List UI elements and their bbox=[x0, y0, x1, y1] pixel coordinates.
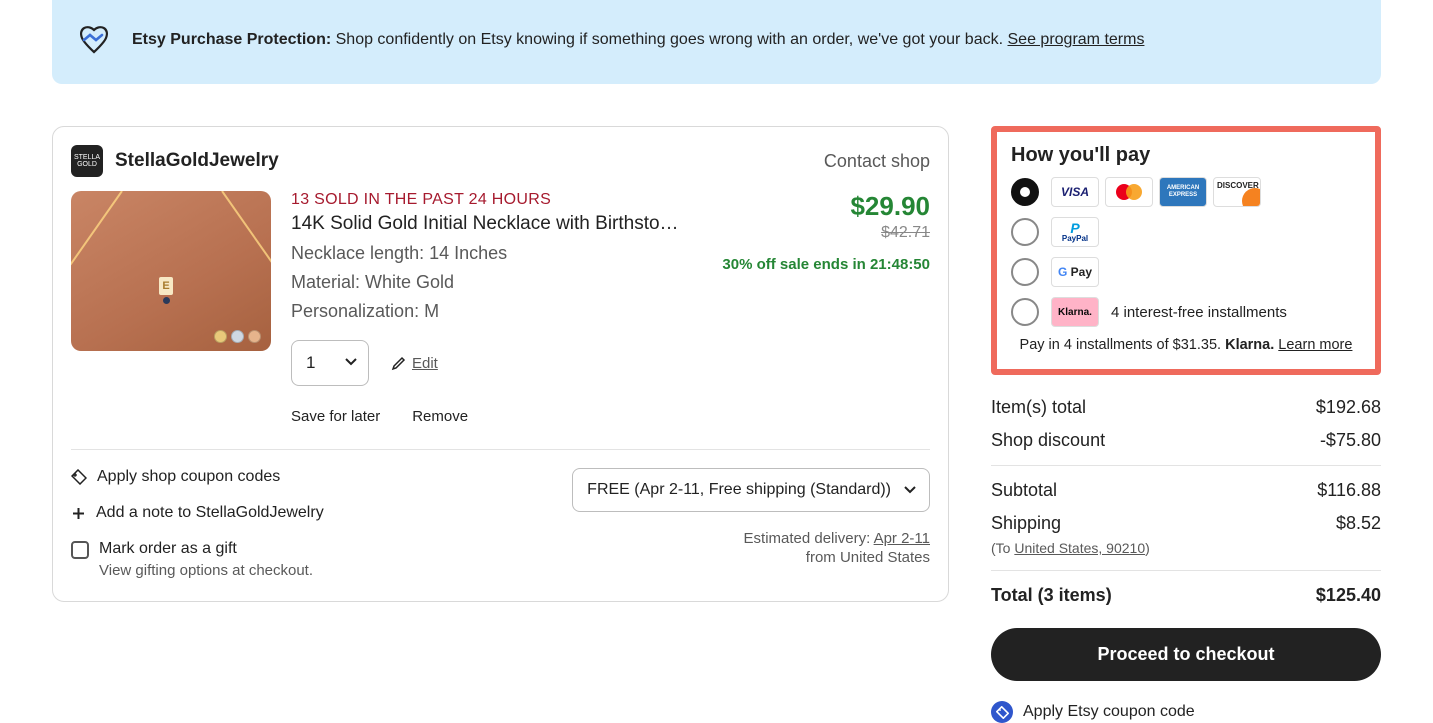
pay-option-card[interactable]: VISA AMERICANEXPRESS DISCOVER bbox=[1011, 177, 1361, 207]
radio-paypal[interactable] bbox=[1011, 218, 1039, 246]
ship-to-link[interactable]: United States, 90210 bbox=[1014, 540, 1145, 556]
caret-down-icon bbox=[344, 355, 358, 369]
klarna-icon: Klarna. bbox=[1051, 297, 1099, 327]
tag-icon bbox=[991, 701, 1013, 723]
shipping-select[interactable]: FREE (Apr 2-11, Free shipping (Standard)… bbox=[572, 468, 930, 512]
attr-material: Material: White Gold bbox=[291, 272, 700, 293]
swatch-silver-icon bbox=[231, 330, 244, 343]
klarna-learn-more[interactable]: Learn more bbox=[1278, 337, 1352, 353]
items-total-value: $192.68 bbox=[1316, 397, 1381, 418]
item-title[interactable]: 14K Solid Gold Initial Necklace with Bir… bbox=[291, 213, 700, 235]
total-label: Total (3 items) bbox=[991, 585, 1112, 606]
shop-discount-label: Shop discount bbox=[991, 430, 1105, 451]
apply-etsy-coupon-button[interactable]: Apply Etsy coupon code bbox=[991, 701, 1381, 723]
handshake-heart-icon bbox=[74, 20, 114, 60]
pay-title: How you'll pay bbox=[1011, 144, 1361, 167]
mastercard-icon bbox=[1105, 177, 1153, 207]
delivery-date-link[interactable]: Apr 2-11 bbox=[874, 530, 930, 547]
items-total-label: Item(s) total bbox=[991, 397, 1086, 418]
shop-discount-value: -$75.80 bbox=[1320, 430, 1381, 451]
item-price: $29.90 bbox=[720, 191, 930, 222]
shipping-label: Shipping bbox=[991, 513, 1061, 534]
pencil-icon bbox=[391, 356, 406, 371]
shop-avatar[interactable]: STELLAGOLD bbox=[71, 145, 103, 177]
attr-personalization: Personalization: M bbox=[291, 301, 700, 322]
klarna-line: Pay in 4 installments of $31.35. Klarna.… bbox=[1011, 337, 1361, 353]
gift-checkbox[interactable] bbox=[71, 541, 89, 559]
order-totals: Item(s) total $192.68 Shop discount -$75… bbox=[991, 391, 1381, 612]
gift-sublabel: View gifting options at checkout. bbox=[99, 562, 313, 579]
attr-length: Necklace length: 14 Inches bbox=[291, 243, 700, 264]
tag-icon bbox=[71, 469, 87, 485]
klarna-installments: 4 interest-free installments bbox=[1111, 304, 1287, 321]
radio-klarna[interactable] bbox=[1011, 298, 1039, 326]
banner-text: Shop confidently on Etsy knowing if some… bbox=[331, 31, 1007, 48]
paypal-icon: PPayPal bbox=[1051, 217, 1099, 247]
pay-option-gpay[interactable]: G Pay bbox=[1011, 257, 1361, 287]
subtotal-value: $116.88 bbox=[1317, 480, 1381, 501]
contact-shop-link[interactable]: Contact shop bbox=[824, 151, 930, 172]
total-value: $125.40 bbox=[1316, 585, 1381, 606]
checkout-button[interactable]: Proceed to checkout bbox=[991, 628, 1381, 681]
cart-item-card: STELLAGOLD StellaGoldJewelry Contact sho… bbox=[52, 126, 949, 602]
discover-icon: DISCOVER bbox=[1213, 177, 1261, 207]
caret-down-icon bbox=[903, 483, 917, 497]
sale-ends: 30% off sale ends in 21:48:50 bbox=[720, 256, 930, 273]
sold-badge: 13 SOLD IN THE PAST 24 HOURS bbox=[291, 191, 700, 209]
apply-shop-coupon-button[interactable]: Apply shop coupon codes bbox=[71, 468, 324, 486]
quantity-select[interactable]: 1 bbox=[291, 340, 369, 386]
item-original-price: $42.71 bbox=[720, 224, 930, 242]
ship-to: (To United States, 90210) bbox=[991, 540, 1150, 556]
quantity-value: 1 bbox=[306, 353, 315, 372]
estimated-delivery: Estimated delivery: Apr 2-11 bbox=[572, 530, 930, 547]
program-terms-link[interactable]: See program terms bbox=[1008, 31, 1145, 48]
swatch-rose-icon bbox=[248, 330, 261, 343]
banner-bold: Etsy Purchase Protection: bbox=[132, 31, 331, 48]
shipping-value: $8.52 bbox=[1336, 513, 1381, 534]
subtotal-label: Subtotal bbox=[991, 480, 1057, 501]
shop-name[interactable]: StellaGoldJewelry bbox=[115, 150, 279, 172]
purchase-protection-banner: Etsy Purchase Protection: Shop confident… bbox=[52, 0, 1381, 84]
edit-button[interactable]: Edit bbox=[391, 355, 438, 372]
radio-card[interactable] bbox=[1011, 178, 1039, 206]
add-note-button[interactable]: Add a note to StellaGoldJewelry bbox=[71, 504, 324, 522]
gpay-icon: G Pay bbox=[1051, 257, 1099, 287]
plus-icon bbox=[71, 506, 86, 521]
swatch-gold-icon bbox=[214, 330, 227, 343]
radio-gpay[interactable] bbox=[1011, 258, 1039, 286]
ships-from: from United States bbox=[572, 549, 930, 566]
remove-button[interactable]: Remove bbox=[412, 408, 468, 425]
amex-icon: AMERICANEXPRESS bbox=[1159, 177, 1207, 207]
gift-label: Mark order as a gift bbox=[99, 540, 313, 558]
visa-icon: VISA bbox=[1051, 177, 1099, 207]
item-image[interactable]: E bbox=[71, 191, 271, 351]
save-for-later-button[interactable]: Save for later bbox=[291, 408, 380, 425]
payment-method-box: How you'll pay VISA AMERICANEXPRESS DISC… bbox=[991, 126, 1381, 375]
pay-option-paypal[interactable]: PPayPal bbox=[1011, 217, 1361, 247]
pay-option-klarna[interactable]: Klarna. 4 interest-free installments bbox=[1011, 297, 1361, 327]
